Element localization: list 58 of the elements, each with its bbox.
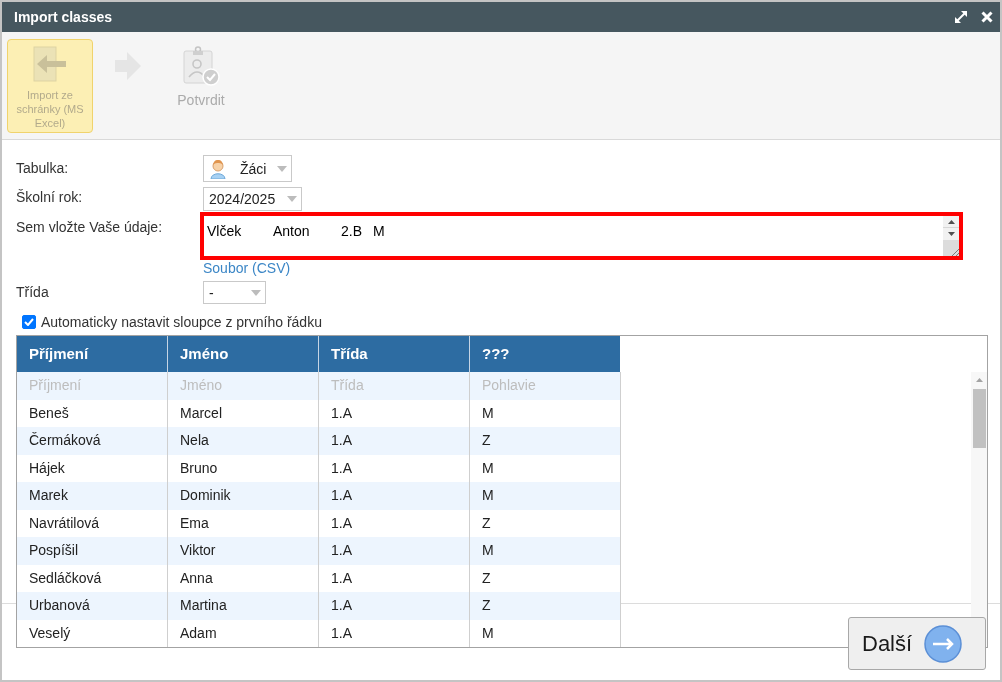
pasted-text: 2.B xyxy=(341,223,363,239)
table-cell: Martina xyxy=(168,592,319,620)
table-cell: Adam xyxy=(168,619,319,647)
arrow-circle-icon xyxy=(924,624,963,663)
scroll-up-icon[interactable] xyxy=(947,219,955,224)
table-cell: 1.A xyxy=(319,537,470,565)
pasted-text: Vlček xyxy=(207,223,243,239)
field-label: Školní rok: xyxy=(16,188,84,205)
column-header[interactable]: Jméno xyxy=(168,336,319,372)
field-label: Sem vložte Vaše údaje: xyxy=(16,218,164,235)
table-cell: Z xyxy=(470,427,621,455)
table-cell: M xyxy=(470,537,621,565)
table-cell: Čermáková xyxy=(17,427,168,455)
table-cell: Viktor xyxy=(168,537,319,565)
caret-icon xyxy=(277,165,287,172)
table-cell: 1.A xyxy=(319,482,470,510)
field-label: Třída xyxy=(16,283,50,300)
table-cell: Pospíšil xyxy=(17,537,168,565)
mapping-cell: Jméno xyxy=(168,372,319,400)
table-cell: M xyxy=(470,619,621,647)
scroll-down-icon[interactable] xyxy=(947,232,955,236)
caret-icon xyxy=(287,196,297,202)
table-cell: 1.A xyxy=(319,592,470,620)
checkbox-label: Automaticky nastavit sloupce z prvního řádku xyxy=(41,314,322,330)
table-cell: M xyxy=(470,482,621,510)
table-cell: Dominik xyxy=(168,482,319,510)
person-icon xyxy=(210,158,226,179)
table-cell: 1.A xyxy=(319,427,470,455)
table-cell: 1.A xyxy=(319,619,470,647)
mapping-cell: Pohlavie xyxy=(470,372,621,400)
column-header[interactable]: Příjmení xyxy=(17,336,168,372)
column-header[interactable]: ??? xyxy=(470,336,620,372)
expand-icon[interactable] xyxy=(955,11,967,23)
file-link[interactable]: Soubor (CSV) xyxy=(203,260,291,276)
table-cell: Marek xyxy=(17,482,168,510)
clipboard-check-icon xyxy=(182,46,220,86)
paste-field[interactable]: Vlček Anton 2.B M xyxy=(200,212,963,260)
close-icon[interactable] xyxy=(981,11,993,23)
left-arrow-icon xyxy=(33,46,67,82)
next-button[interactable]: Další xyxy=(848,617,986,670)
table-cell: Urbanová xyxy=(17,592,168,620)
mapping-cell: Příjmení xyxy=(17,372,168,400)
field-label: Tabulka: xyxy=(16,159,70,176)
table-cell: Veselý xyxy=(17,619,168,647)
dropdown[interactable]: Žáci xyxy=(203,155,292,182)
table-cell: Nela xyxy=(168,427,319,455)
column-header[interactable]: Třída xyxy=(319,336,470,372)
pasted-text: Anton xyxy=(273,223,311,239)
scroll-thumb[interactable] xyxy=(972,389,986,448)
dropdown[interactable]: - xyxy=(203,281,266,304)
table-cell: Z xyxy=(470,592,621,620)
window-title: Import classes xyxy=(14,9,114,25)
mapping-cell: Třída xyxy=(319,372,470,400)
dropdown[interactable]: 2024/2025 xyxy=(203,187,302,211)
checkbox[interactable] xyxy=(22,315,36,329)
resize-grip-icon[interactable] xyxy=(951,248,959,256)
caret-icon xyxy=(251,289,261,296)
pasted-text: M xyxy=(373,223,386,239)
